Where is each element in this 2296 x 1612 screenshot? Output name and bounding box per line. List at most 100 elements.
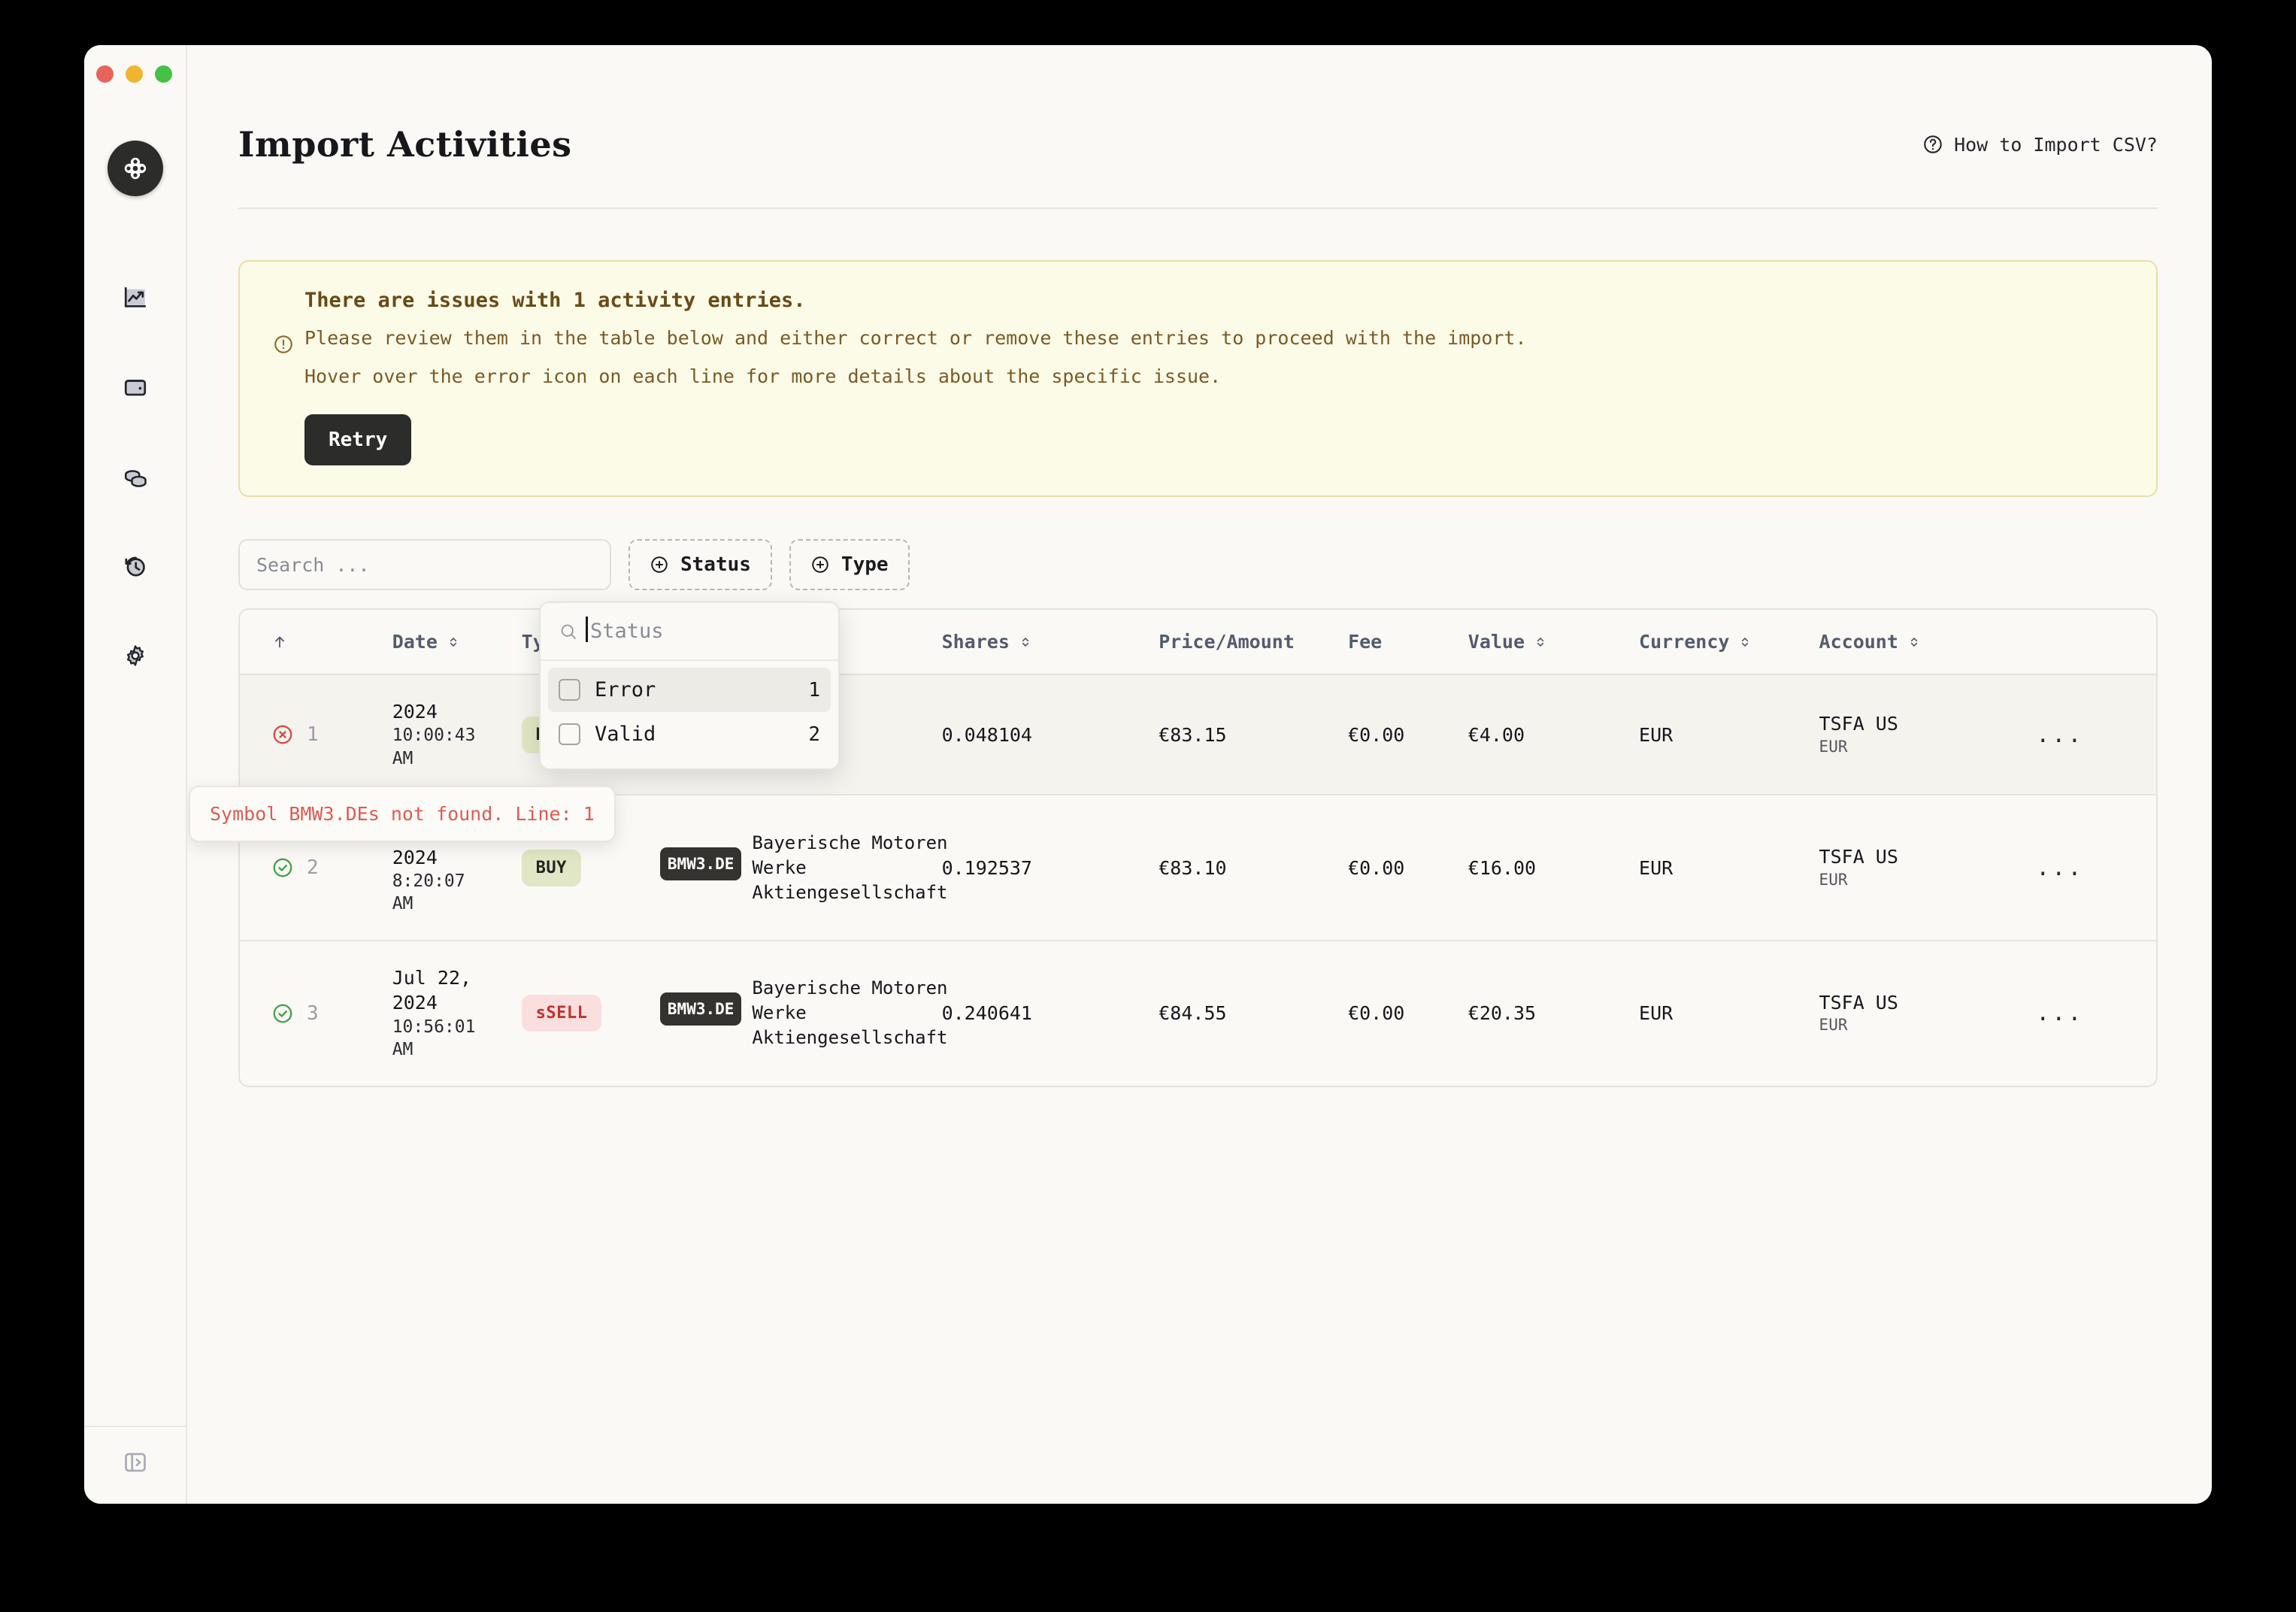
row-symbol-cell: BMW3.DE Bayerische Motoren Werke Aktieng… bbox=[659, 941, 948, 1086]
sidebar bbox=[84, 45, 187, 1504]
row-account-cell: TSFA US EUR bbox=[1819, 795, 2037, 941]
circle-check-icon[interactable] bbox=[271, 1002, 294, 1025]
row-number: 3 bbox=[307, 1001, 319, 1025]
column-status[interactable] bbox=[240, 610, 392, 674]
row-symbol-cell: BMW3.DE Bayerische Motoren Werke Aktieng… bbox=[659, 795, 948, 941]
column-account[interactable]: Account bbox=[1819, 610, 2037, 674]
symbol-name: Bayerische Motoren Werke Aktiengesellsch… bbox=[752, 977, 948, 1049]
column-price-amount[interactable]: Price/Amount bbox=[1159, 610, 1349, 674]
row-account-cell: TSFA US EUR bbox=[1819, 941, 2037, 1086]
warning-line-2: Hover over the error icon on each line f… bbox=[304, 365, 1222, 387]
row-shares: 0.048104 bbox=[941, 723, 1032, 746]
status-option-valid[interactable]: Valid 2 bbox=[548, 712, 831, 756]
status-dropdown-search-row[interactable]: Status bbox=[541, 603, 838, 661]
sort-chevrons-icon bbox=[450, 637, 457, 647]
column-currency-label: Currency bbox=[1639, 631, 1730, 653]
app-logo[interactable] bbox=[107, 141, 163, 196]
sort-chevrons-icon bbox=[1910, 637, 1918, 647]
row-fee: €0.00 bbox=[1348, 856, 1405, 879]
table-row[interactable]: 1 2024 10:00:43 AM BUY bbox=[240, 674, 2156, 795]
page-header: Import Activities How to Import CSV? bbox=[187, 45, 2212, 165]
chart-line-icon bbox=[124, 286, 146, 308]
filter-bar: Status Type Status bbox=[238, 539, 2158, 770]
status-option-valid-checkbox[interactable] bbox=[559, 723, 580, 745]
row-account: TSFA US bbox=[1819, 846, 1898, 868]
how-to-import-csv-link[interactable]: How to Import CSV? bbox=[1922, 134, 2158, 156]
sidebar-item-performance[interactable] bbox=[112, 279, 159, 317]
window-controls bbox=[96, 65, 172, 83]
alert-circle-icon-wrap bbox=[273, 334, 294, 358]
gear-icon bbox=[126, 645, 144, 666]
symbol-name: Bayerische Motoren Werke Aktiengesellsch… bbox=[752, 832, 948, 903]
sidebar-footer bbox=[84, 1426, 186, 1504]
sort-chevrons-icon bbox=[1742, 637, 1749, 647]
search-input[interactable] bbox=[238, 539, 611, 590]
table-row[interactable]: 3 Jul 22, 2024 10:56:01 AM sSELL BMW3.DE… bbox=[240, 941, 2156, 1086]
filter-chip-status-label: Status bbox=[680, 553, 751, 576]
circle-check-icon[interactable] bbox=[271, 856, 294, 879]
row-price: €84.55 bbox=[1159, 1002, 1227, 1025]
row-price: €83.10 bbox=[1159, 856, 1227, 879]
sidebar-toggle-button[interactable] bbox=[112, 1444, 159, 1481]
row-account: TSFA US bbox=[1819, 991, 1898, 1014]
sort-chevrons-icon bbox=[1537, 637, 1544, 647]
row-currency: EUR bbox=[1639, 856, 1674, 879]
search-icon bbox=[561, 624, 576, 639]
row-date-cell: Jul 22, 2024 10:56:01 AM bbox=[392, 941, 522, 1086]
row-meridiem: AM bbox=[392, 748, 413, 768]
column-fee[interactable]: Fee bbox=[1348, 610, 1468, 674]
status-option-valid-count: 2 bbox=[808, 723, 820, 746]
history-clock-icon bbox=[124, 556, 145, 577]
row-price: €83.15 bbox=[1159, 723, 1227, 746]
row-account: TSFA US bbox=[1819, 713, 1898, 735]
minimize-button[interactable] bbox=[126, 65, 143, 83]
circle-x-icon[interactable] bbox=[271, 723, 294, 746]
sidebar-item-holdings[interactable] bbox=[112, 458, 159, 495]
sidebar-item-accounts[interactable] bbox=[112, 368, 159, 406]
status-option-error-checkbox[interactable] bbox=[559, 679, 580, 701]
symbol-tag: BMW3.DE bbox=[659, 847, 742, 880]
row-shares: 0.192537 bbox=[941, 856, 1032, 879]
sidebar-item-settings[interactable] bbox=[112, 637, 159, 674]
row-actions-cell: ... bbox=[2036, 795, 2156, 941]
column-date-label: Date bbox=[392, 631, 438, 653]
status-option-error-count: 1 bbox=[808, 678, 820, 701]
row-time: 10:00:43 bbox=[392, 726, 476, 746]
status-option-error[interactable]: Error 1 bbox=[548, 668, 831, 712]
column-value[interactable]: Value bbox=[1468, 610, 1640, 674]
wallet-icon bbox=[124, 380, 146, 396]
status-dropdown-options: Error 1 Valid 2 bbox=[541, 661, 838, 768]
row-account-cell: TSFA US EUR bbox=[1819, 674, 2037, 795]
row-meridiem: AM bbox=[392, 894, 413, 914]
row-actions-menu-button[interactable]: ... bbox=[2036, 1000, 2083, 1026]
warning-body: There are issues with 1 activity entries… bbox=[273, 289, 1527, 465]
column-shares[interactable]: Shares bbox=[941, 610, 1159, 674]
retry-button[interactable]: Retry bbox=[304, 414, 412, 465]
row-currency: EUR bbox=[1639, 723, 1674, 746]
column-date[interactable]: Date bbox=[392, 610, 522, 674]
column-currency[interactable]: Currency bbox=[1639, 610, 1819, 674]
row-status-cell: 1 bbox=[240, 674, 392, 795]
sidebar-nav bbox=[84, 279, 186, 674]
column-actions bbox=[2036, 610, 2156, 674]
filter-chip-status[interactable]: Status bbox=[629, 539, 772, 590]
row-number: 2 bbox=[307, 856, 319, 880]
row-time: 8:20:07 bbox=[392, 871, 465, 891]
maximize-button[interactable] bbox=[155, 65, 172, 83]
row-date: Jul 22, 2024 bbox=[392, 967, 472, 1014]
row-status-cell: 3 bbox=[240, 941, 392, 1086]
row-type-cell: sSELL bbox=[521, 941, 660, 1086]
row-fee: €0.00 bbox=[1348, 723, 1405, 746]
main-content: Import Activities How to Import CSV? The… bbox=[187, 45, 2212, 1504]
close-button[interactable] bbox=[96, 65, 114, 83]
sidebar-item-activities[interactable] bbox=[112, 547, 159, 585]
column-account-label: Account bbox=[1819, 631, 1898, 653]
row-account-currency: EUR bbox=[1819, 870, 1848, 889]
filter-chip-type[interactable]: Type bbox=[789, 539, 910, 590]
alert-circle-icon bbox=[274, 335, 292, 353]
header-divider bbox=[238, 208, 2158, 209]
row-actions-menu-button[interactable]: ... bbox=[2036, 855, 2083, 881]
filter-chip-type-label: Type bbox=[841, 553, 889, 576]
row-actions-menu-button[interactable]: ... bbox=[2036, 722, 2083, 748]
status-dropdown-search-placeholder: Status bbox=[586, 617, 664, 643]
